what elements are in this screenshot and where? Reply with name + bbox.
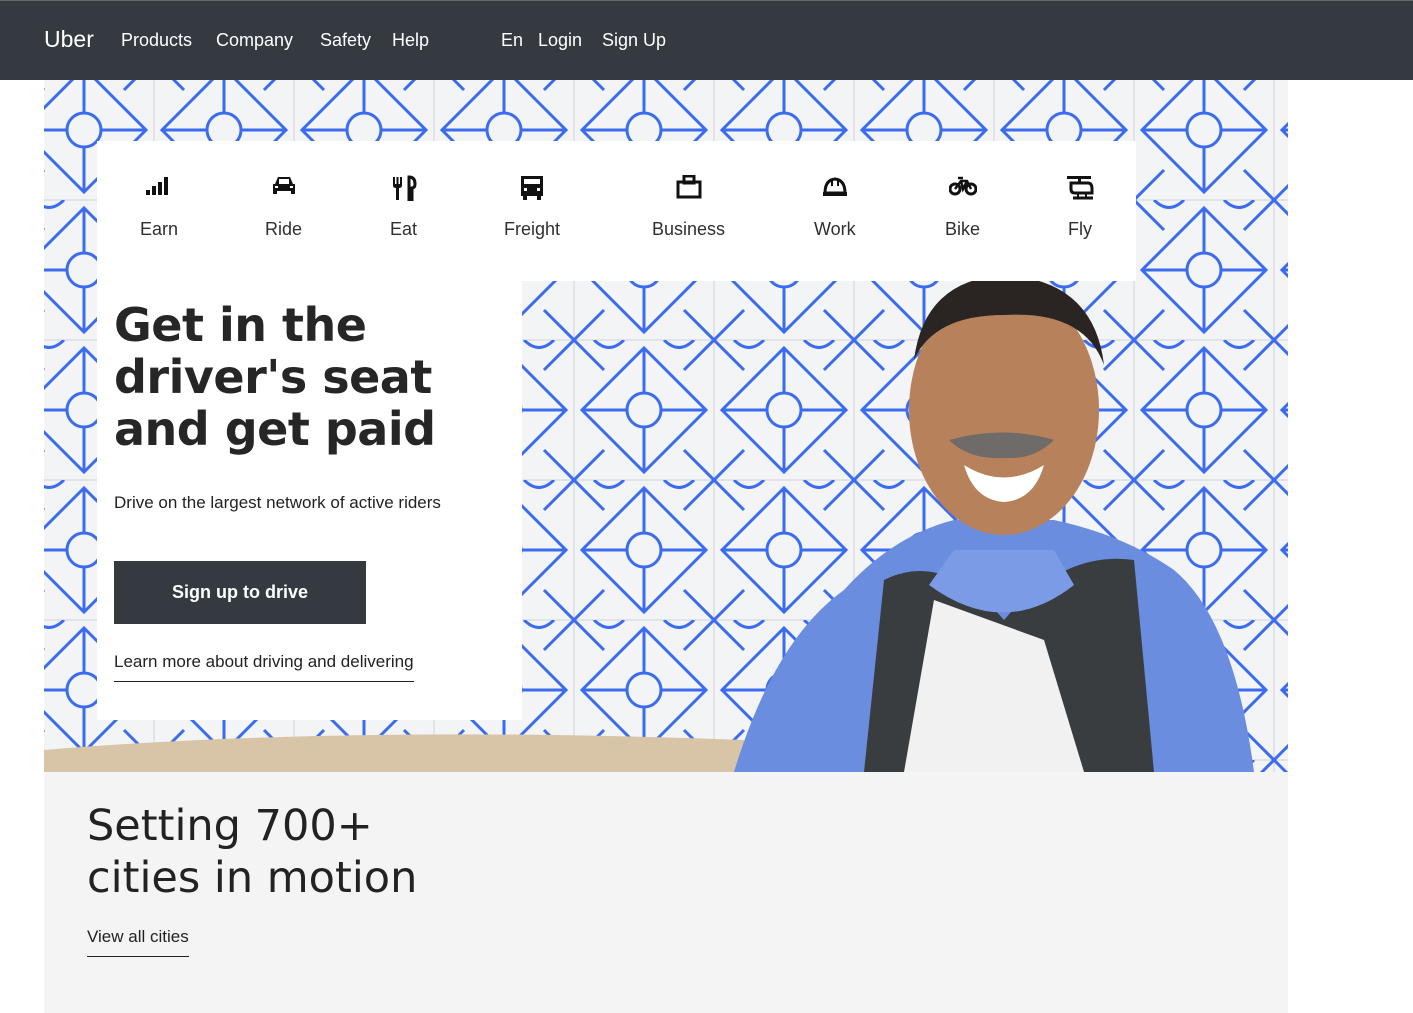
bike-icon <box>945 175 980 205</box>
language-selector[interactable]: En <box>501 30 523 51</box>
hero-headline: Get in the driver's seat and get paid <box>114 298 436 456</box>
hero-card: Get in the driver's seat and get paid Dr… <box>97 281 522 720</box>
uber-logo-link[interactable]: Uber <box>44 26 94 53</box>
nav-safety[interactable]: Safety <box>320 30 371 51</box>
tab-eat[interactable]: Eat <box>390 175 417 255</box>
tab-ride-label: Ride <box>265 219 303 239</box>
signup-link[interactable]: Sign Up <box>602 30 666 51</box>
helicopter-icon <box>1066 175 1094 205</box>
hard-hat-icon <box>814 175 856 205</box>
tab-bike-label: Bike <box>945 219 981 239</box>
cities-heading: Setting 700+ cities in motion <box>87 800 587 904</box>
tab-earn[interactable]: Earn <box>140 175 178 255</box>
cities-heading-line2: cities in motion <box>87 853 418 903</box>
tab-ride[interactable]: Ride <box>265 175 302 255</box>
top-navigation: Uber Products Company Safety Help En Log… <box>0 0 1413 80</box>
cities-heading-line1: Setting 700+ <box>87 801 373 851</box>
login-link[interactable]: Login <box>538 30 582 51</box>
tab-bike[interactable]: Bike <box>945 175 980 255</box>
learn-more-link[interactable]: Learn more about driving and delivering <box>114 652 414 682</box>
cities-section: Setting 700+ cities in motion View all c… <box>44 772 1288 1013</box>
sign-up-to-drive-button[interactable]: Sign up to drive <box>114 561 366 624</box>
tab-fly[interactable]: Fly <box>1066 175 1094 255</box>
tab-earn-label: Earn <box>140 219 179 239</box>
fork-knife-icon <box>390 175 417 205</box>
tab-eat-label: Eat <box>390 219 418 239</box>
hero-subtext: Drive on the largest network of active r… <box>114 493 441 512</box>
tab-fly-label: Fly <box>1068 219 1092 239</box>
tab-freight-label: Freight <box>504 219 561 239</box>
truck-icon <box>504 175 560 205</box>
tab-freight[interactable]: Freight <box>504 175 560 255</box>
tab-business-label: Business <box>652 219 726 239</box>
product-tabs: Earn Ride Eat Freight Business Work Bike… <box>97 141 1136 281</box>
tab-business[interactable]: Business <box>652 175 725 255</box>
view-all-cities-link[interactable]: View all cities <box>87 927 189 957</box>
car-icon <box>265 175 302 205</box>
nav-help[interactable]: Help <box>392 30 429 51</box>
nav-company[interactable]: Company <box>216 30 293 51</box>
tab-work-label: Work <box>814 219 856 239</box>
briefcase-icon <box>652 175 725 205</box>
earn-bars-icon <box>140 175 178 205</box>
tab-work[interactable]: Work <box>814 175 856 255</box>
nav-products[interactable]: Products <box>121 30 192 51</box>
